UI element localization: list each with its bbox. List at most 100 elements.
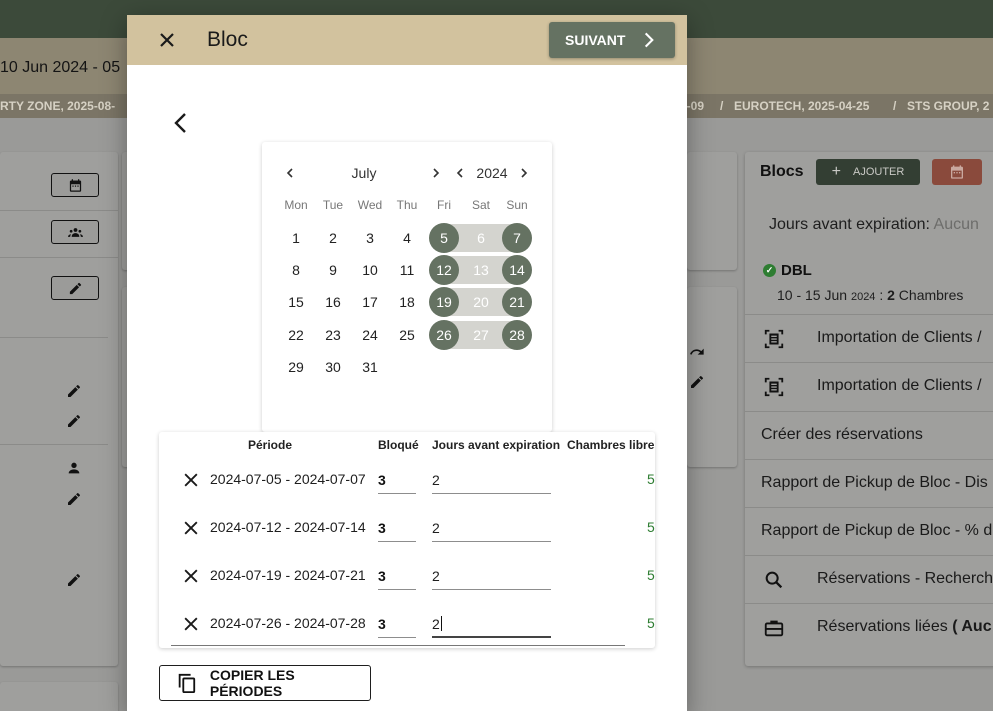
- copy-icon: [178, 673, 196, 694]
- blocked-input[interactable]: 3: [378, 516, 416, 542]
- calendar-day[interactable]: 1: [281, 223, 311, 253]
- header-blocked: Bloqué: [378, 438, 419, 452]
- action-import-clients[interactable]: Importation de Clients /: [745, 362, 993, 410]
- calendar-day[interactable]: 5: [429, 223, 459, 253]
- calendar-day[interactable]: 3: [355, 223, 385, 253]
- pencil-icon[interactable]: [66, 383, 82, 399]
- person-icon[interactable]: [66, 460, 82, 476]
- calendar-day[interactable]: 14: [502, 255, 532, 285]
- blocked-input[interactable]: 3: [378, 468, 416, 494]
- calendar-day[interactable]: 31: [355, 352, 385, 382]
- pencil-icon[interactable]: [66, 491, 82, 507]
- calendar-day[interactable]: 19: [429, 287, 459, 317]
- calendar-day[interactable]: 26: [429, 320, 459, 350]
- calendar-day[interactable]: 4: [392, 223, 422, 253]
- calendar-day[interactable]: 20: [466, 287, 496, 317]
- remove-period-icon[interactable]: [181, 518, 201, 538]
- back-chevron-icon[interactable]: [169, 111, 193, 135]
- table-row: 2024-07-05 - 2024-07-07 3 2 5: [159, 456, 655, 504]
- calendar-day[interactable]: 27: [466, 320, 496, 350]
- action-create-reservations[interactable]: Créer des réservations: [745, 411, 993, 459]
- linked-label: Réservations liées: [817, 618, 948, 635]
- days-before-expiration-input[interactable]: 2: [432, 516, 551, 542]
- calendar-day[interactable]: 21: [502, 287, 532, 317]
- action-import-clients[interactable]: Importation de Clients /: [745, 314, 993, 362]
- next-year-icon[interactable]: [516, 164, 532, 182]
- calendar-day[interactable]: 24: [355, 320, 385, 350]
- action-pickup-report-percent[interactable]: Rapport de Pickup de Bloc - % d: [745, 507, 993, 555]
- blocked-input[interactable]: 3: [378, 612, 416, 638]
- days-before-expiration-input[interactable]: 2: [432, 468, 551, 494]
- redo-icon[interactable]: [689, 344, 705, 360]
- left-lower-card: [0, 682, 118, 711]
- free-rooms-value: 5: [647, 615, 655, 631]
- calendar-day[interactable]: 11: [392, 255, 422, 285]
- crumb-party-zone[interactable]: RTY ZONE, 2025-08-: [0, 99, 115, 113]
- calendar-year[interactable]: 2024: [474, 165, 510, 181]
- action-linked-reservations[interactable]: Réservations liées ( Auc: [745, 603, 993, 651]
- weekday-label: Sat: [471, 198, 490, 212]
- document-scan-icon: [764, 329, 784, 349]
- calendar-day[interactable]: 7: [502, 223, 532, 253]
- edit-button[interactable]: [51, 276, 99, 300]
- calendar-day[interactable]: 13: [466, 255, 496, 285]
- action-search-reservations[interactable]: Réservations - Recherch: [745, 555, 993, 603]
- calendar-day[interactable]: 8: [281, 255, 311, 285]
- add-bloc-label: AJOUTER: [853, 166, 905, 178]
- bloc-calendar-button[interactable]: [932, 159, 982, 185]
- next-button[interactable]: SUIVANT: [549, 22, 675, 58]
- weekday-label: Tue: [322, 198, 344, 212]
- calendar-day[interactable]: 6: [466, 223, 496, 253]
- blocs-panel: Blocs + AJOUTER Jours avant expiration: …: [745, 152, 993, 666]
- remove-period-icon[interactable]: [181, 566, 201, 586]
- calendar-day[interactable]: 12: [429, 255, 459, 285]
- calendar-day[interactable]: 25: [392, 320, 422, 350]
- prev-month-icon[interactable]: [282, 164, 298, 182]
- weekday-label: Wed: [357, 198, 383, 212]
- calendar-day[interactable]: 2: [318, 223, 348, 253]
- blocs-title: Blocs: [760, 163, 804, 180]
- add-bloc-button[interactable]: + AJOUTER: [816, 159, 920, 185]
- calendar-day[interactable]: 17: [355, 287, 385, 317]
- days-before-expiration-input[interactable]: 2: [432, 564, 551, 590]
- calendar-day[interactable]: 10: [355, 255, 385, 285]
- period-value: 2024-07-05 - 2024-07-07: [210, 471, 366, 487]
- crumb-eurotech[interactable]: EUROTECH, 2025-04-25: [734, 99, 869, 113]
- check-circle-icon: ✓: [763, 264, 776, 277]
- remove-period-icon[interactable]: [181, 470, 201, 490]
- calendar-day[interactable]: 29: [281, 352, 311, 382]
- group-button[interactable]: [51, 220, 99, 244]
- calendar-day[interactable]: 22: [281, 320, 311, 350]
- calendar-day[interactable]: 28: [502, 320, 532, 350]
- calendar-day[interactable]: 30: [318, 352, 348, 382]
- pencil-icon[interactable]: [66, 413, 82, 429]
- copy-periods-button[interactable]: COPIER LES PÉRIODES: [159, 665, 371, 701]
- calendar-button[interactable]: [51, 173, 99, 197]
- calendar-day[interactable]: 23: [318, 320, 348, 350]
- blocked-input[interactable]: 3: [378, 564, 416, 590]
- action-label: Importation de Clients /: [817, 377, 982, 394]
- header-period: Période: [248, 438, 293, 452]
- next-month-icon[interactable]: [428, 164, 444, 182]
- period-value: 2024-07-19 - 2024-07-21: [210, 567, 366, 583]
- calendar-month[interactable]: July: [340, 165, 388, 181]
- periods-table: Période Bloqué Jours avant expiration Ch…: [159, 432, 655, 648]
- prev-year-icon[interactable]: [452, 164, 468, 182]
- crumb-sts-group[interactable]: STS GROUP, 2: [907, 99, 989, 113]
- free-rooms-value: 5: [647, 519, 655, 535]
- calendar-day[interactable]: 18: [392, 287, 422, 317]
- table-scroll-bar[interactable]: [171, 645, 625, 646]
- pencil-icon[interactable]: [689, 374, 705, 390]
- dbl-bloc-title[interactable]: ✓ DBL: [763, 262, 812, 279]
- action-pickup-report[interactable]: Rapport de Pickup de Bloc - Dis: [745, 459, 993, 507]
- weekday-label: Fri: [437, 198, 451, 212]
- calendar-day[interactable]: 16: [318, 287, 348, 317]
- days-before-expiration-input-focused[interactable]: 2: [432, 612, 551, 638]
- calendar-day[interactable]: 15: [281, 287, 311, 317]
- close-icon[interactable]: [155, 28, 179, 52]
- remove-period-icon[interactable]: [181, 614, 201, 634]
- chevron-right-icon: [645, 32, 655, 48]
- pencil-icon[interactable]: [66, 572, 82, 588]
- dbl-title: DBL: [781, 262, 812, 279]
- calendar-day[interactable]: 9: [318, 255, 348, 285]
